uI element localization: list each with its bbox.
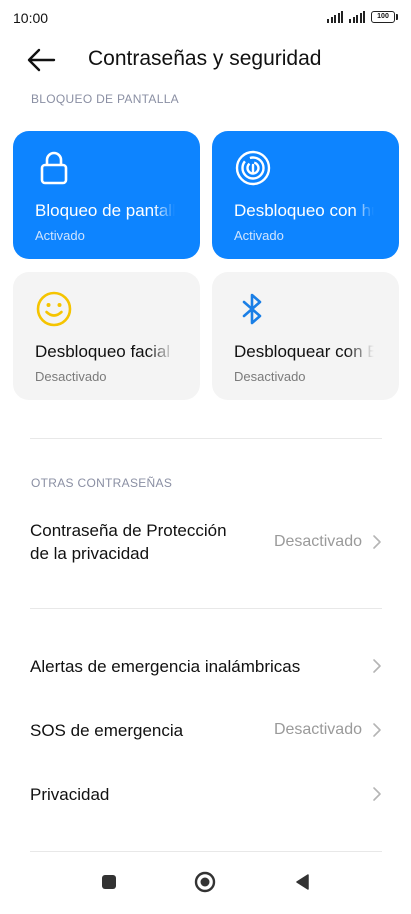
tile-title: Desbloquear con Bluetooth [234,342,374,361]
face-smile-icon [36,291,72,327]
signal-icon [327,11,343,23]
row-value: Desactivado [273,721,362,738]
tile-title: Bloqueo de pantalla [35,201,175,220]
navigation-bar [0,862,411,914]
row-emergency-sos[interactable]: SOS de emergencia Desactivado [0,716,411,746]
home-button[interactable] [185,862,225,902]
row-label: Contraseña de Protección de la privacida… [30,519,227,565]
tile-face-unlock[interactable]: Desbloqueo facial Desactivado [13,272,200,400]
recents-button[interactable] [89,862,129,902]
back-nav-button[interactable] [282,862,322,902]
row-label: Alertas de emergencia inalámbricas [30,657,301,676]
divider [30,608,382,609]
tile-fingerprint-unlock[interactable]: Desbloqueo con huella Activado [212,131,399,259]
tile-bluetooth-unlock[interactable]: Desbloquear con Bluetooth Desactivado [212,272,399,400]
row-label-line2: de la privacidad [30,544,150,563]
section-label-other-passwords: OTRAS CONTRASEÑAS [31,476,173,490]
fingerprint-icon [235,150,271,186]
tile-status: Desactivado [35,369,107,384]
tile-title: Desbloqueo facial [35,342,171,361]
lock-icon [40,151,68,185]
row-privacy[interactable]: Privacidad [0,780,411,810]
chevron-right-icon [373,659,381,673]
row-wireless-emergency-alerts[interactable]: Alertas de emergencia inalámbricas [0,652,411,682]
status-icons: 100 [327,11,398,23]
chevron-right-icon [373,787,381,801]
page-title: Contraseñas y seguridad [88,47,322,70]
chevron-right-icon [373,723,381,737]
tile-status: Desactivado [234,369,306,384]
square-icon [102,875,116,889]
header: Contraseñas y seguridad [0,36,411,86]
battery-icon: 100 [371,11,398,23]
row-privacy-protection-password[interactable]: Contraseña de Protección de la privacida… [0,516,411,572]
tile-status: Activado [234,228,284,243]
status-time: 10:00 [13,10,49,26]
status-bar: 10:00 100 [0,0,411,36]
tile-title: Desbloqueo con huella [234,201,374,220]
triangle-back-icon [296,874,309,890]
section-label-screen-lock: BLOQUEO DE PANTALLA [31,92,179,106]
row-label-line1: Contraseña de Protección [30,521,227,540]
row-label: Privacidad [30,785,110,804]
bluetooth-icon [242,293,262,325]
tile-status: Activado [35,228,85,243]
divider [30,851,382,852]
divider [30,438,382,439]
arrow-left-icon [27,48,56,72]
signal-icon [349,11,365,23]
row-value: Desactivado [273,533,362,550]
row-label: SOS de emergencia [30,721,184,740]
chevron-right-icon [373,535,381,549]
back-button[interactable] [22,46,58,74]
home-circle-icon [194,871,216,893]
tile-screen-lock[interactable]: Bloqueo de pantalla Activado [13,131,200,259]
